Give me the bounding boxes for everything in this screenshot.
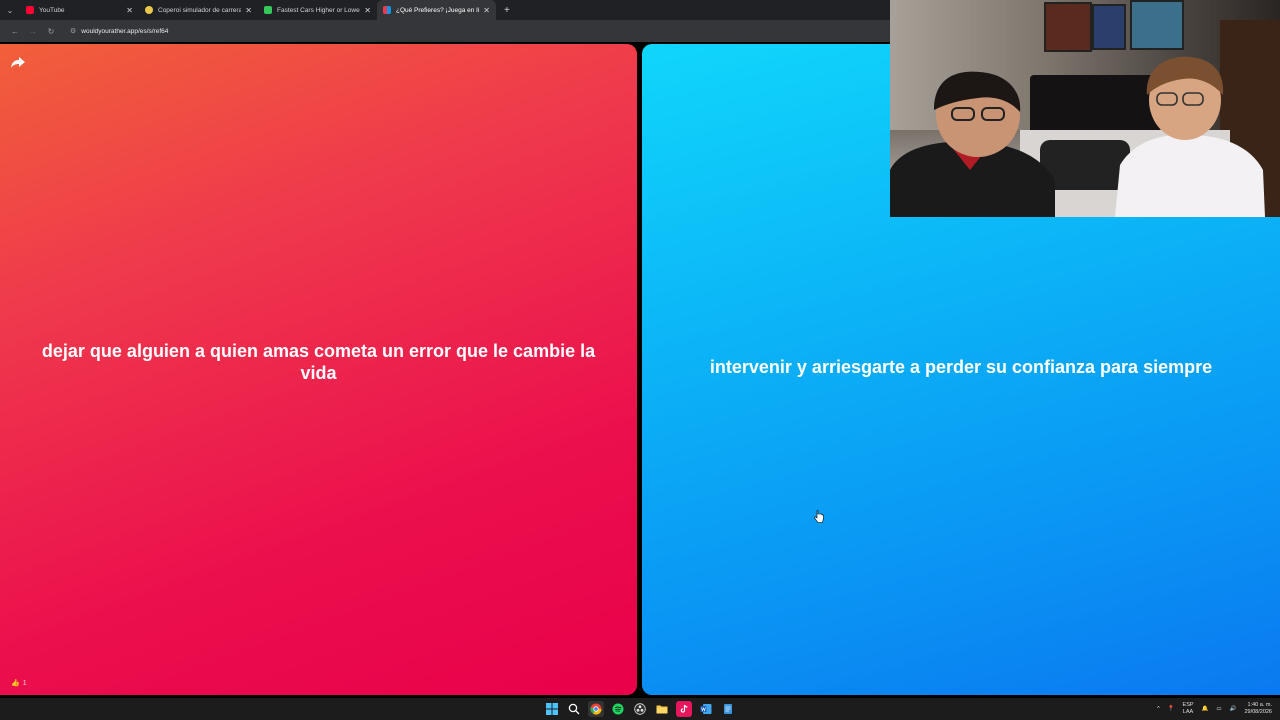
- option-right-text: intervenir y arriesgarte a perder su con…: [709, 356, 1213, 377]
- tab-search-icon[interactable]: ⌄: [0, 0, 20, 20]
- option-left-text: dejar que alguien a quien amas cometa un…: [41, 340, 596, 383]
- new-tab-icon[interactable]: +: [504, 5, 510, 16]
- tab-youtube[interactable]: YouTube ✕: [20, 0, 139, 20]
- network-icon[interactable]: ▭: [1216, 706, 1221, 712]
- webcam-poster: [1044, 2, 1092, 52]
- chevron-up-icon[interactable]: ^: [1157, 706, 1160, 712]
- chrome-icon[interactable]: [588, 701, 604, 717]
- back-icon[interactable]: ←: [6, 27, 24, 36]
- close-icon[interactable]: ✕: [364, 6, 371, 15]
- likes-counter[interactable]: 👍 1: [11, 679, 27, 688]
- webcam-poster: [1092, 4, 1126, 50]
- reload-icon[interactable]: ↻: [42, 27, 60, 36]
- lang-line2: LAA: [1182, 709, 1194, 715]
- tab-title: YouTube: [39, 6, 65, 14]
- share-icon[interactable]: [10, 54, 26, 70]
- taskbar-apps: [544, 698, 736, 720]
- input-language[interactable]: ESP LAA: [1183, 702, 1194, 716]
- obs-icon[interactable]: [632, 701, 648, 717]
- youtube-favicon-icon: [26, 6, 34, 14]
- close-icon[interactable]: ✕: [245, 6, 252, 15]
- wyr-favicon-icon: [383, 6, 391, 14]
- word-icon[interactable]: [698, 701, 714, 717]
- tab-title: ¿Qué Prefieres? ¡Juega en línea!: [396, 6, 479, 14]
- location-icon[interactable]: 📍: [1168, 706, 1175, 712]
- notepad-icon[interactable]: [720, 701, 736, 717]
- spotify-icon[interactable]: [610, 701, 626, 717]
- tab-fastest-cars[interactable]: Fastest Cars Higher or Lower G ✕: [258, 0, 377, 20]
- webcam-overlay: [890, 0, 1280, 217]
- lang-line1: ESP: [1182, 702, 1194, 708]
- webcam-person-right: [1115, 56, 1265, 217]
- site-info-icon[interactable]: ⚙: [70, 27, 76, 35]
- arrow-up-favicon-icon: [264, 6, 272, 14]
- windows-taskbar: ^ 📍 ESP LAA 🔔 ▭ 🔊 1:40 a. m. 29/08/2026: [0, 698, 1280, 720]
- webcam-poster: [1130, 0, 1184, 50]
- clock[interactable]: 1:40 a. m. 29/08/2026: [1244, 702, 1272, 716]
- file-explorer-icon[interactable]: [654, 701, 670, 717]
- url-text: wouldyourather.app/es/s/ref64: [81, 27, 169, 35]
- tab-title: Fastest Cars Higher or Lower G: [277, 6, 361, 14]
- clock-date: 29/08/2026: [1244, 709, 1272, 715]
- tab-coperoi[interactable]: Coperoi simulador de carrera N ✕: [139, 0, 258, 20]
- close-icon[interactable]: ✕: [483, 6, 490, 15]
- search-icon[interactable]: [566, 701, 582, 717]
- tiktok-icon[interactable]: [676, 701, 692, 717]
- screen: ⌄ YouTube ✕ Coperoi simulador de carrera…: [0, 0, 1280, 720]
- likes-count: 1: [22, 679, 27, 687]
- close-icon[interactable]: ✕: [126, 6, 133, 15]
- thumbs-up-icon: 👍: [11, 680, 20, 687]
- clock-time: 1:40 a. m.: [1247, 702, 1272, 708]
- notification-icon[interactable]: 🔔: [1202, 706, 1209, 712]
- windows-start-icon[interactable]: [544, 701, 560, 717]
- hand-cursor-icon: [814, 510, 824, 523]
- coperoi-favicon-icon: [145, 6, 153, 14]
- tab-que-prefieres[interactable]: ¿Qué Prefieres? ¡Juega en línea! ✕: [377, 0, 496, 20]
- system-tray: ^ 📍 ESP LAA 🔔 ▭ 🔊 1:40 a. m. 29/08/2026: [1157, 698, 1272, 720]
- option-left-card[interactable]: dejar que alguien a quien amas cometa un…: [0, 44, 637, 695]
- volume-icon[interactable]: 🔊: [1230, 706, 1237, 712]
- webcam-person-left: [890, 71, 1055, 217]
- address-bar[interactable]: ⚙ wouldyourather.app/es/s/ref64: [64, 23, 884, 39]
- tab-title: Coperoi simulador de carrera N: [158, 6, 242, 14]
- forward-icon[interactable]: →: [24, 27, 42, 36]
